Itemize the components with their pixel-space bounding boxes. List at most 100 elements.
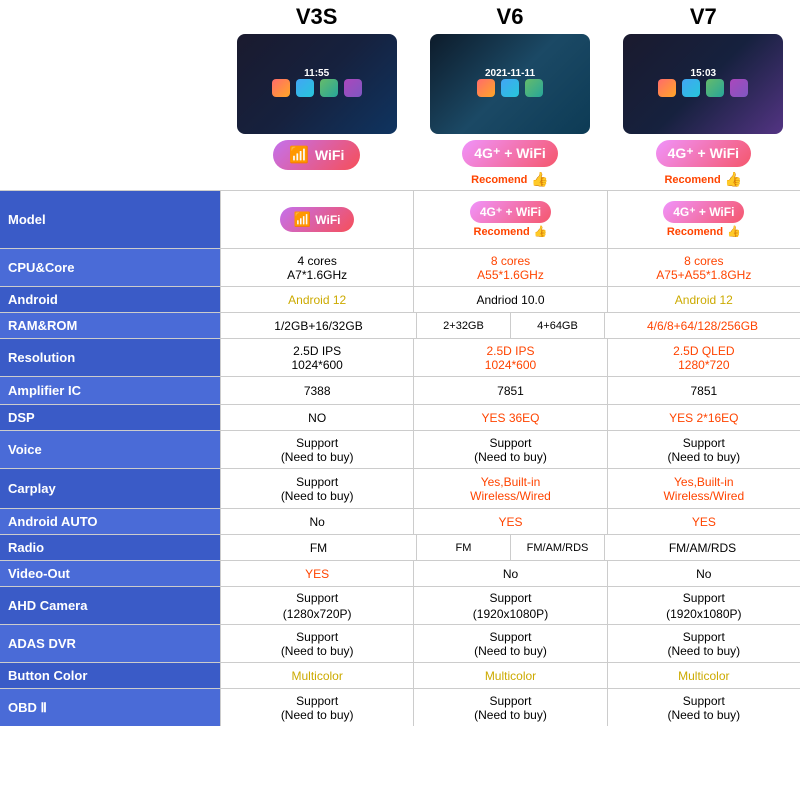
cell-ram-v6a: 2+32GB [417,313,510,338]
v6-time: 2021-11-11 [485,68,535,79]
row-ram: RAM&ROM 1/2GB+16/32GB 2+32GB 4+64GB 4/6/… [0,312,800,338]
v7-icon2 [682,79,700,97]
v7-recommend: Recomend 👍 [664,171,742,188]
v6-badge-area: 4G⁺ + WiFi Recomend 👍 [462,140,557,188]
label-adas-dvr: ADAS DVR [0,625,220,662]
v6-recommend: Recomend 👍 [471,171,549,188]
model-v7-badge: 4G⁺ + WiFi [663,201,744,223]
cell-carplay-v3s: Support(Need to buy) [220,469,413,508]
cell-button-v3s: Multicolor [220,663,413,688]
model-wifi-badge: 📶 WiFi [280,207,355,232]
row-adas-dvr: ADAS DVR Support(Need to buy) Support(Ne… [0,624,800,662]
v7-recommend-text: Recomend [664,174,720,186]
cell-ram-v7: 4/6/8+64/128/256GB [604,313,800,338]
cell-auto-v6: YES [413,509,606,534]
cell-dsp-v6: YES 36EQ [413,405,606,430]
cell-auto-v3s: No [220,509,413,534]
label-radio: Radio [0,535,220,560]
cell-amp-v7: 7851 [607,377,800,404]
row-video-out: Video-Out YES No No [0,560,800,586]
row-button-color: Button Color Multicolor Multicolor Multi… [0,662,800,688]
header-row: V3S 11:55 📶 WiFi [0,0,800,190]
v7-icon4 [730,79,748,97]
model-v6-thumb: 👍 [534,225,548,238]
cell-obd-v7: Support(Need to buy) [607,689,800,726]
product-v6: V6 2021-11-11 4G⁺ + WiFi Recomend [413,0,606,190]
label-carplay: Carplay [0,469,220,508]
v6-icon1 [477,79,495,97]
v3s-image: 11:55 [237,34,397,134]
cell-ahd-v6: Support (1920x1080P) [413,587,606,624]
v6-4g-badge: 4G⁺ + WiFi [462,140,557,167]
cell-cpu-v7: 8 coresA75+A55*1.8GHz [607,249,800,286]
cell-ahd-v6-sub: (1920x1080P) [473,607,548,621]
cell-android-v7: Android 12 [607,287,800,312]
cell-carplay-v7: Yes,Built-inWireless/Wired [607,469,800,508]
cell-ram-v6b: 4+64GB [510,313,604,338]
cell-radio-v6b: FM/AM/RDS [510,535,604,560]
row-obd: OBD Ⅱ Support(Need to buy) Support(Need … [0,688,800,726]
cell-ram-v3s: 1/2GB+16/32GB [220,313,416,338]
v6-icon2 [501,79,519,97]
row-model: Model 📶 WiFi 4G⁺ + WiFi Recomend 👍 [0,190,800,248]
cell-button-v7: Multicolor [607,663,800,688]
label-cpu: CPU&Core [0,249,220,286]
v7-thumb-icon: 👍 [725,171,742,188]
row-android-auto: Android AUTO No YES YES [0,508,800,534]
cell-amp-v6: 7851 [413,377,606,404]
label-ahd-camera: AHD Camera [0,587,220,624]
label-android: Android [0,287,220,312]
cell-res-v6: 2.5D IPS1024*600 [413,339,606,376]
cell-ahd-v3s: Support (1280x720P) [220,587,413,624]
model-v6-badge: 4G⁺ + WiFi [470,201,551,223]
model-v6-badge-text: 4G⁺ + WiFi [480,205,541,219]
row-android: Android Android 12 Andriod 10.0 Android … [0,286,800,312]
comparison-container: V3S 11:55 📶 WiFi [0,0,800,800]
row-ahd-camera: AHD Camera Support (1280x720P) Support (… [0,586,800,624]
label-button-color: Button Color [0,663,220,688]
row-amplifier-ic: Amplifier IC 7388 7851 7851 [0,376,800,404]
row-resolution: Resolution 2.5D IPS1024*600 2.5D IPS1024… [0,338,800,376]
v6-icon3 [525,79,543,97]
v3s-badge-area: 📶 WiFi [273,140,360,170]
label-ram: RAM&ROM [0,313,220,338]
cell-amp-v3s: 7388 [220,377,413,404]
model-v7-thumb: 👍 [727,225,741,238]
v6-thumb-icon: 👍 [531,171,548,188]
v3s-icon2 [296,79,314,97]
v7-4g-badge: 4G⁺ + WiFi [656,140,751,167]
model-v7-badge-text: 4G⁺ + WiFi [673,205,734,219]
cell-adas-v3s: Support(Need to buy) [220,625,413,662]
v3s-icon3 [320,79,338,97]
cell-voice-v6: Support(Need to buy) [413,431,606,468]
cell-ahd-v3s-main: Support [296,591,338,605]
v7-icon3 [706,79,724,97]
v7-badge-text: 4G⁺ + WiFi [668,145,739,162]
cell-model-v7: 4G⁺ + WiFi Recomend 👍 [607,191,800,248]
v6-image: 2021-11-11 [430,34,590,134]
cell-obd-v6: Support(Need to buy) [413,689,606,726]
cell-res-v7: 2.5D QLED1280*720 [607,339,800,376]
header-empty [0,0,220,190]
cell-res-v3s: 2.5D IPS1024*600 [220,339,413,376]
v6-recommend-text: Recomend [471,174,527,186]
cell-dsp-v7: YES 2*16EQ [607,405,800,430]
cell-radio-v7: FM/AM/RDS [604,535,800,560]
label-android-auto: Android AUTO [0,509,220,534]
row-radio: Radio FM FM FM/AM/RDS FM/AM/RDS [0,534,800,560]
v7-icon1 [658,79,676,97]
row-carplay: Carplay Support(Need to buy) Yes,Built-i… [0,468,800,508]
cell-model-v3s: 📶 WiFi [220,191,413,248]
label-resolution: Resolution [0,339,220,376]
v7-badge-area: 4G⁺ + WiFi Recomend 👍 [656,140,751,188]
model-v7-recommend-text: Recomend [667,226,723,238]
product-v3s: V3S 11:55 📶 WiFi [220,0,413,190]
v3s-badge-text: WiFi [315,147,344,163]
model-v7-recommend: Recomend 👍 [667,225,741,238]
cell-button-v6: Multicolor [413,663,606,688]
label-dsp: DSP [0,405,220,430]
v7-name: V7 [690,4,717,30]
label-voice: Voice [0,431,220,468]
cell-model-v6: 4G⁺ + WiFi Recomend 👍 [413,191,606,248]
cell-radio-v6a: FM [417,535,510,560]
